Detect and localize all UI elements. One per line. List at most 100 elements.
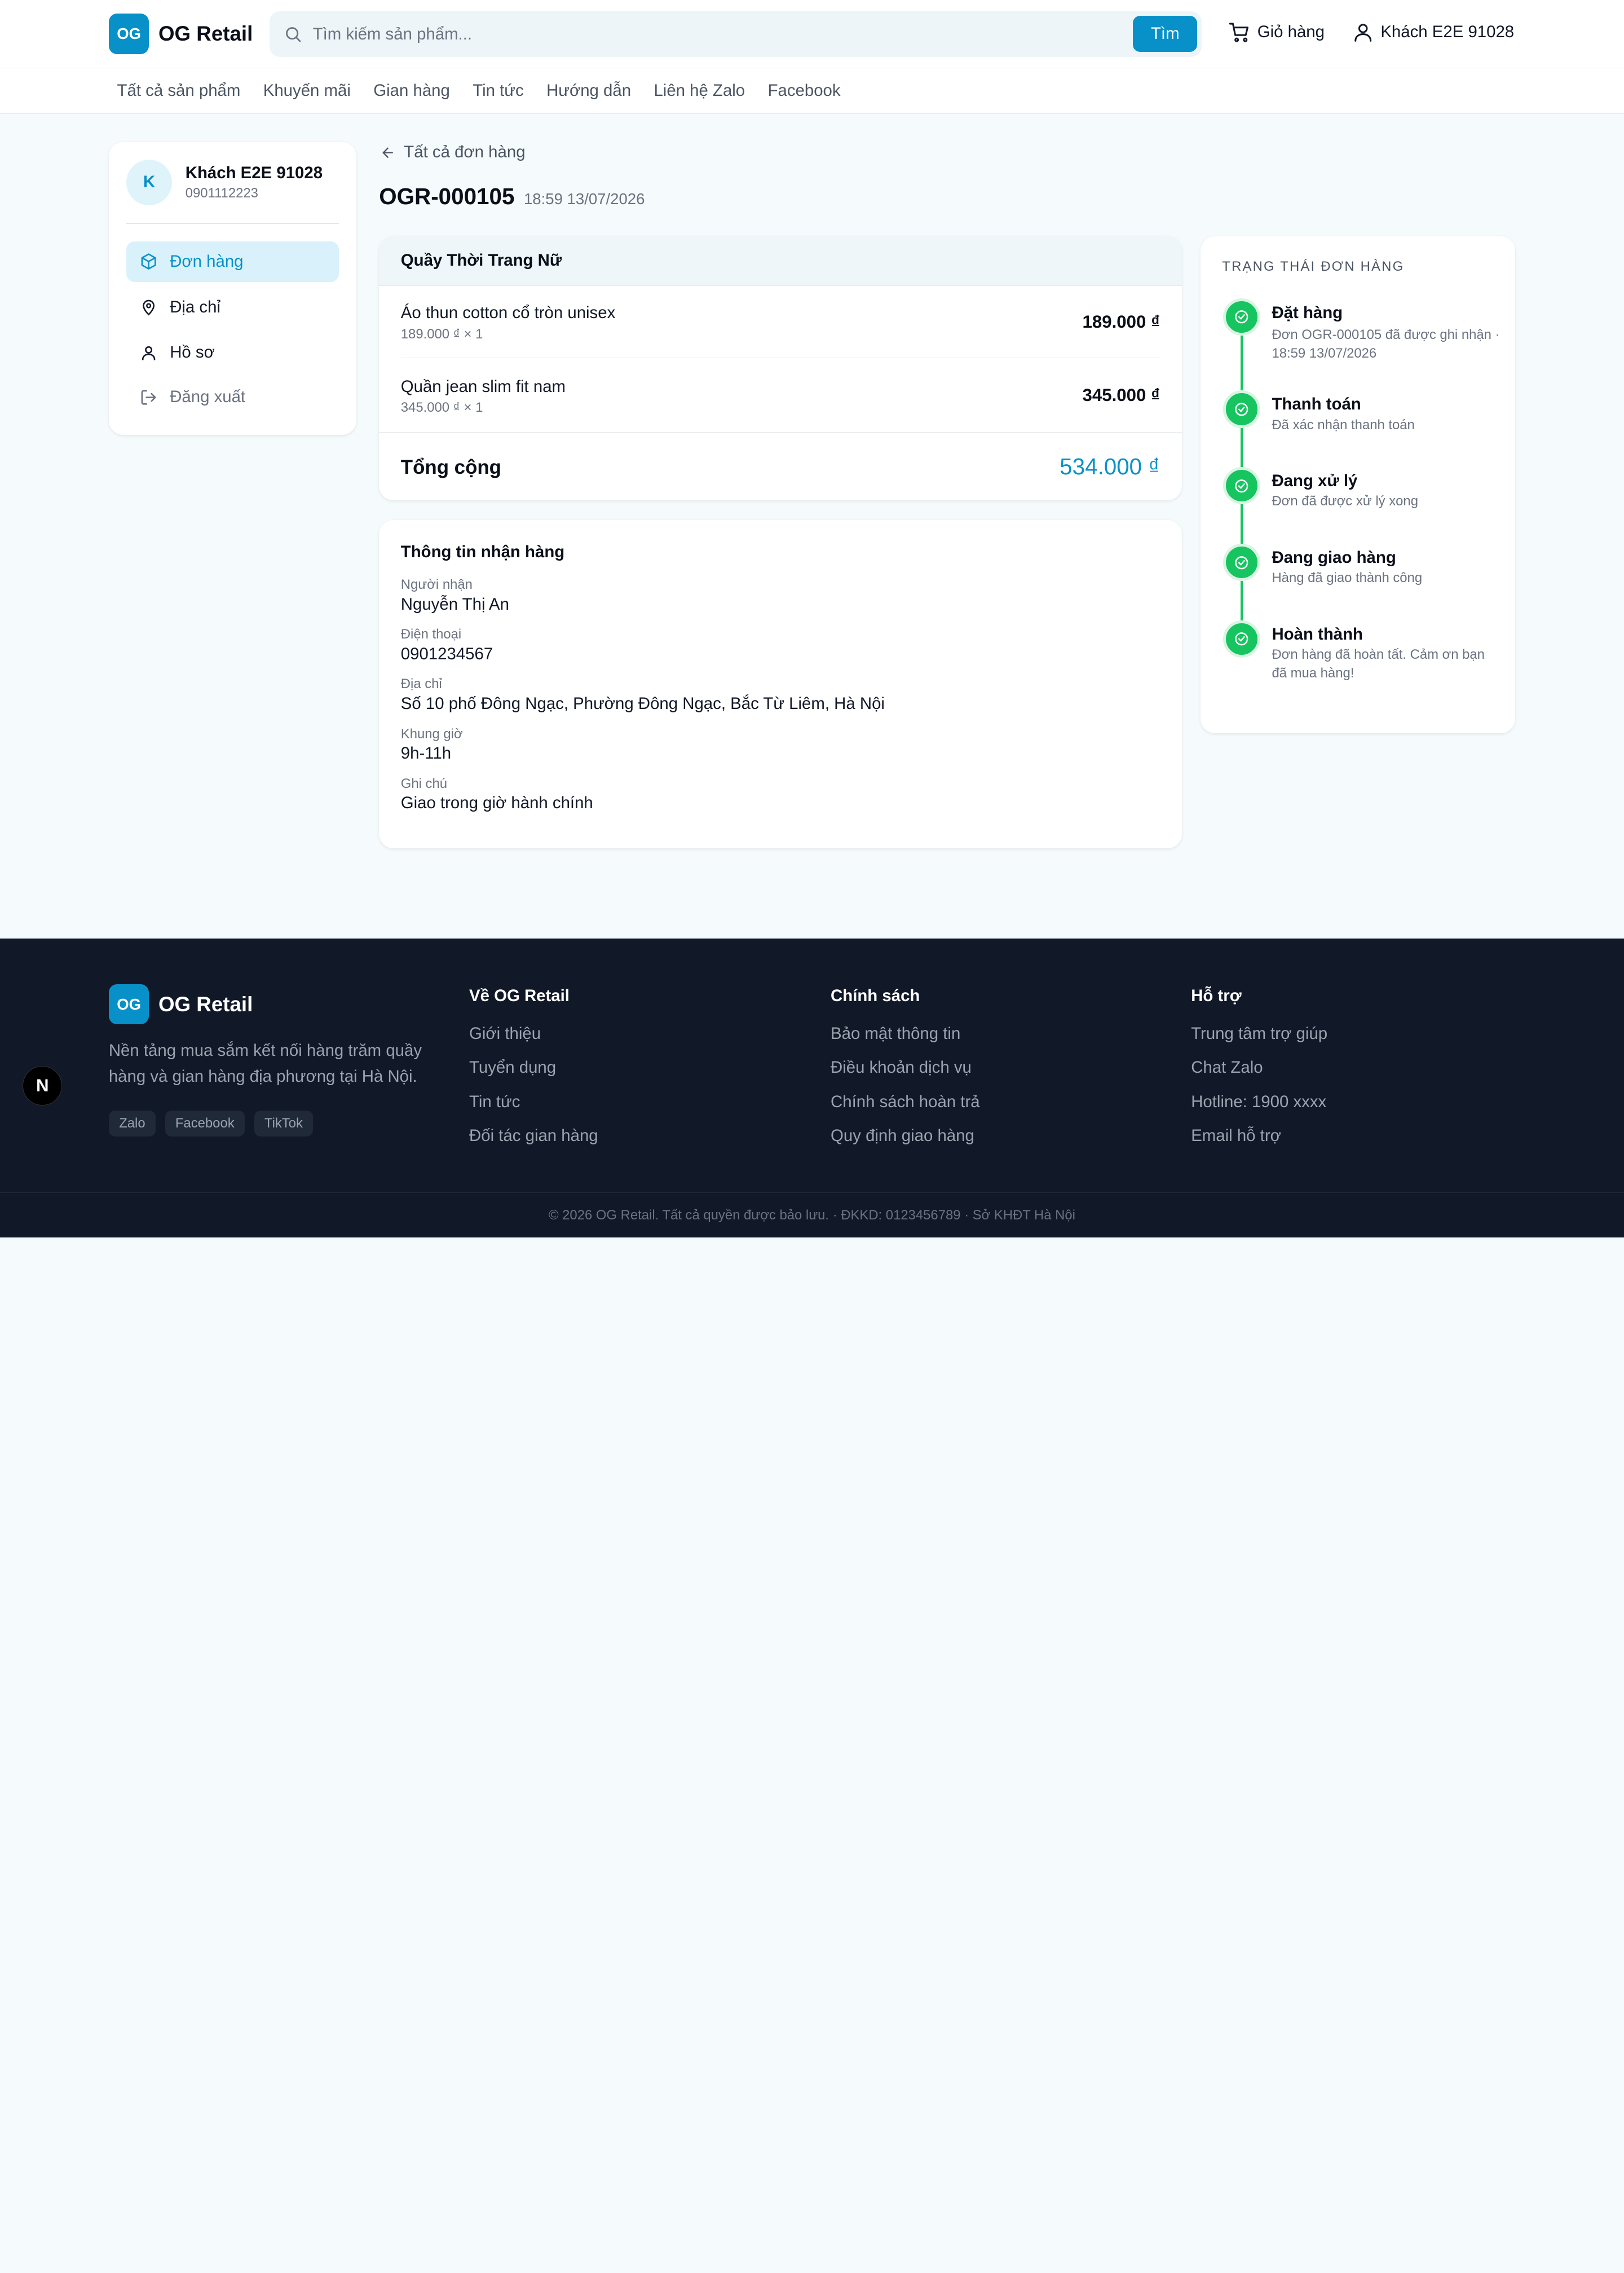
- footer-link[interactable]: Giới thiệu: [469, 1024, 598, 1059]
- footer-link[interactable]: Chat Zalo: [1191, 1058, 1327, 1093]
- address-field: Địa chỉ Số 10 phố Đông Ngạc, Phường Đông…: [401, 676, 1160, 715]
- search-bar: Tìm: [269, 11, 1202, 58]
- account-label: Khách E2E 91028: [1380, 22, 1515, 41]
- footer-link[interactable]: Điều khoản dịch vụ: [831, 1058, 980, 1093]
- search-input[interactable]: [312, 24, 1202, 44]
- status-step-title: Thanh toán: [1272, 394, 1361, 413]
- cart-icon: [1229, 23, 1249, 42]
- phone-field: Điện thoại 0901234567: [401, 626, 1160, 666]
- top-header: OG OG Retail Tìm Giỏ hàng Khách E2E 9102…: [0, 0, 1624, 69]
- social-tag-zalo[interactable]: Zalo: [108, 1110, 156, 1136]
- social-tag-facebook[interactable]: Facebook: [165, 1110, 245, 1136]
- page: OG OG Retail Tìm Giỏ hàng Khách E2E 9102…: [0, 0, 1624, 1237]
- user-icon: [142, 346, 156, 360]
- status-step-title: Đặt hàng: [1272, 303, 1343, 323]
- check-circle-icon: [1223, 298, 1261, 336]
- check-circle-icon: [1223, 390, 1261, 428]
- dev-tools-badge[interactable]: N: [23, 1065, 63, 1105]
- timeline-connector: [1241, 426, 1243, 470]
- nav-item-news[interactable]: Tin tức: [473, 81, 523, 100]
- order-status-card: TRẠNG THÁI ĐƠN HÀNG Đặt hàng Đơn OGR-000…: [1200, 236, 1516, 734]
- sidebar-item-label: Địa chỉ: [170, 297, 220, 316]
- footer-link[interactable]: Quy định giao hàng: [831, 1126, 980, 1161]
- order-time: 18:59 13/07/2026: [523, 190, 645, 208]
- site-footer: OG OG Retail Nền tảng mua sắm kết nối hà…: [0, 939, 1624, 1237]
- cart-link[interactable]: Giỏ hàng: [1228, 21, 1325, 43]
- logout-icon: [141, 390, 156, 405]
- item-price: 189.000 ₫: [1082, 311, 1160, 332]
- footer-column-support: Hỗ trợ Trung tâm trợ giúp Chat Zalo Hotl…: [1191, 986, 1327, 1161]
- footer-link[interactable]: Bảo mật thông tin: [831, 1024, 980, 1059]
- footer-column-title: Hỗ trợ: [1191, 986, 1242, 1005]
- total-value: 534.000 ₫: [1060, 453, 1160, 479]
- social-tags: Zalo Facebook TikTok: [108, 1110, 323, 1136]
- footer-description: Nền tảng mua sắm kết nối hàng trăm quầy …: [108, 1041, 422, 1086]
- footer-link[interactable]: Tin tức: [469, 1093, 598, 1127]
- footer-column-policy: Chính sách Bảo mật thông tin Điều khoản …: [831, 986, 980, 1161]
- footer-link[interactable]: Chính sách hoàn trả: [831, 1093, 980, 1127]
- item-name[interactable]: Áo thun cotton cổ tròn unisex: [401, 303, 615, 323]
- footer-link[interactable]: Hotline: 1900 xxxx: [1191, 1093, 1327, 1127]
- check-circle-icon: [1223, 467, 1261, 505]
- nav-item-stores[interactable]: Gian hàng: [373, 81, 450, 100]
- nav-item-facebook[interactable]: Facebook: [768, 81, 841, 100]
- main-nav: Tất cả sản phẩm Khuyến mãi Gian hàng Tin…: [0, 68, 1624, 114]
- logo-text: OG Retail: [158, 992, 253, 1016]
- nav-item-all-products[interactable]: Tất cả sản phẩm: [117, 81, 241, 100]
- map-pin-icon: [143, 299, 155, 316]
- account-link[interactable]: Khách E2E 91028: [1352, 21, 1514, 43]
- logo-badge: OG: [108, 13, 149, 54]
- order-items-card: Quầy Thời Trang Nữ Áo thun cotton cổ trò…: [379, 236, 1182, 501]
- order-item-row: Áo thun cotton cổ tròn unisex 189.000 ₫ …: [400, 286, 1160, 359]
- footer-link[interactable]: Trung tâm trợ giúp: [1191, 1024, 1327, 1059]
- time-slot-field: Khung giờ 9h-11h: [401, 726, 1160, 765]
- item-meta: 189.000 ₫ × 1: [400, 326, 483, 342]
- avatar: K: [126, 159, 172, 205]
- order-code: OGR-000105: [379, 183, 515, 210]
- sidebar-item-label: Đăng xuất: [170, 387, 246, 407]
- order-item-row: Quần jean slim fit nam 345.000 ₫ × 1 345…: [401, 359, 1160, 432]
- package-icon: [141, 253, 156, 270]
- timeline-connector: [1241, 580, 1243, 624]
- order-title: OGR-000105 18:59 13/07/2026: [379, 183, 645, 210]
- sidebar-divider: [126, 222, 339, 224]
- footer-link[interactable]: Đối tác gian hàng: [469, 1126, 598, 1161]
- field-label: Khung giờ: [400, 726, 463, 742]
- search-button[interactable]: Tìm: [1133, 15, 1198, 52]
- sidebar-item-address[interactable]: Địa chỉ: [126, 287, 339, 328]
- sidebar-item-orders[interactable]: Đơn hàng: [126, 241, 339, 282]
- shipping-title: Thông tin nhận hàng: [400, 543, 565, 562]
- footer-column-about: Về OG Retail Giới thiệu Tuyển dụng Tin t…: [469, 986, 598, 1161]
- nav-item-promotions[interactable]: Khuyến mãi: [263, 81, 351, 100]
- site-logo[interactable]: OG OG Retail: [108, 13, 253, 54]
- check-circle-icon: [1223, 620, 1261, 658]
- back-to-orders-link[interactable]: Tất cả đơn hàng: [380, 143, 526, 162]
- footer-copyright: © 2026 OG Retail. Tất cả quyền được bảo …: [0, 1192, 1624, 1237]
- field-label: Điện thoại: [400, 627, 462, 642]
- nav-item-guide[interactable]: Hướng dẫn: [546, 81, 631, 100]
- timeline-connector: [1241, 503, 1243, 547]
- item-name[interactable]: Quần jean slim fit nam: [401, 377, 566, 397]
- footer-link[interactable]: Tuyển dụng: [469, 1058, 598, 1093]
- status-step-title: Đang giao hàng: [1272, 548, 1396, 567]
- field-value: Nguyễn Thị An: [400, 594, 509, 614]
- sidebar-user-name: Khách E2E 91028: [185, 164, 323, 183]
- footer-column-title: Về OG Retail: [469, 986, 570, 1005]
- field-value: 9h-11h: [400, 743, 452, 763]
- logo-text: OG Retail: [158, 21, 253, 45]
- search-icon: [286, 27, 301, 42]
- logo-badge: OG: [108, 984, 149, 1025]
- footer-logo[interactable]: OG OG Retail: [108, 984, 253, 1025]
- sidebar-item-logout[interactable]: Đăng xuất: [126, 377, 339, 418]
- shop-name: Quầy Thời Trang Nữ: [379, 236, 1182, 286]
- status-step-desc: Đơn OGR-000105 đã được ghi nhận · 18:59 …: [1272, 327, 1500, 361]
- nav-item-zalo[interactable]: Liên hệ Zalo: [654, 81, 745, 100]
- social-tag-tiktok[interactable]: TikTok: [254, 1110, 314, 1136]
- field-value: Số 10 phố Đông Ngạc, Phường Đông Ngạc, B…: [400, 694, 885, 713]
- footer-link[interactable]: Email hỗ trợ: [1191, 1126, 1327, 1161]
- sidebar-user-phone: 0901112223: [185, 185, 258, 201]
- recipient-field: Người nhận Nguyễn Thị An: [401, 576, 1160, 616]
- sidebar-item-profile[interactable]: Hồ sơ: [126, 333, 339, 373]
- status-step-desc: Hàng đã giao thành công: [1272, 570, 1423, 586]
- arrow-left-icon: [382, 147, 394, 158]
